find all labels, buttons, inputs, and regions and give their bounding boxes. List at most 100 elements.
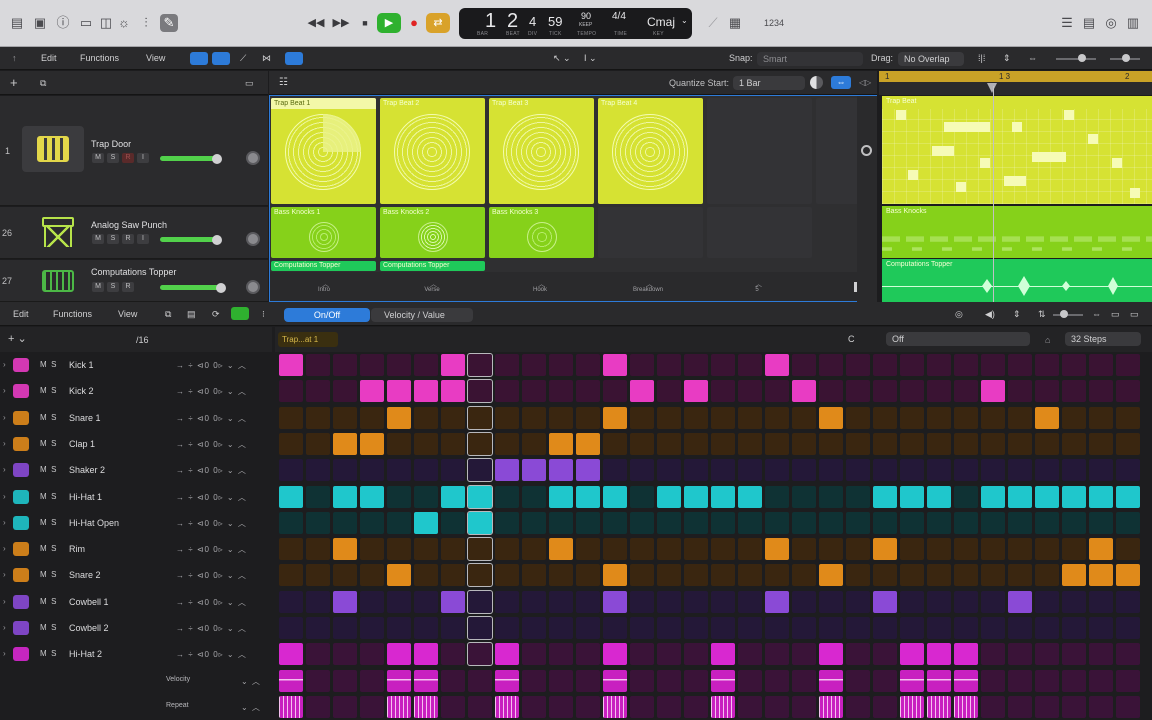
view-menu[interactable]: View xyxy=(118,303,137,325)
row-name[interactable]: Snare 2 xyxy=(69,570,101,580)
step-off[interactable] xyxy=(467,589,493,614)
substep[interactable] xyxy=(279,669,303,692)
row-name[interactable]: Kick 1 xyxy=(69,360,94,370)
step-off[interactable] xyxy=(954,564,978,587)
step-row-header[interactable]: › M S Cowbell 2 → ÷ ⊲0 0▹ ⌄ ︿ xyxy=(0,615,272,641)
step-off[interactable] xyxy=(414,485,438,508)
step-on[interactable] xyxy=(279,354,303,376)
step-off[interactable] xyxy=(819,432,843,455)
step-on[interactable] xyxy=(927,643,951,666)
step-off[interactable] xyxy=(981,643,1005,666)
metronome-icon[interactable]: ▦ xyxy=(726,14,744,32)
substep[interactable] xyxy=(738,669,762,692)
track-name[interactable]: Analog Saw Punch xyxy=(91,220,167,230)
step-off[interactable] xyxy=(1116,406,1140,429)
step-off[interactable] xyxy=(630,485,654,508)
step-off[interactable] xyxy=(873,432,897,455)
substep[interactable] xyxy=(549,695,573,718)
save-pattern-icon[interactable]: ▤ xyxy=(187,303,196,325)
edit-menu[interactable]: Edit xyxy=(41,47,57,69)
substep[interactable] xyxy=(603,669,627,692)
step-on[interactable] xyxy=(981,380,1005,403)
step-on[interactable] xyxy=(333,538,357,561)
step-off[interactable] xyxy=(657,432,681,455)
step-off[interactable] xyxy=(684,617,708,639)
step-off[interactable] xyxy=(467,458,493,483)
brightness-icon[interactable]: ☼ xyxy=(115,14,133,32)
step-on[interactable] xyxy=(765,538,789,561)
step-off[interactable] xyxy=(711,354,735,376)
step-on[interactable] xyxy=(441,380,465,403)
step-off[interactable] xyxy=(927,380,951,403)
step-row-header[interactable]: › M S Snare 2 → ÷ ⊲0 0▹ ⌄ ︿ xyxy=(0,562,272,588)
rewind-button[interactable]: ◀◀ xyxy=(304,13,328,33)
pan-knob[interactable] xyxy=(246,280,260,294)
note-pad-icon[interactable]: ▤ xyxy=(1080,14,1098,32)
cell-bass-knocks-2[interactable]: Bass Knocks 2 xyxy=(380,207,485,258)
step-on[interactable] xyxy=(603,485,627,508)
substep[interactable] xyxy=(792,669,816,692)
mute-solo-buttons[interactable]: M S xyxy=(40,649,56,658)
step-on[interactable] xyxy=(360,380,384,403)
step-on[interactable] xyxy=(711,643,735,666)
step-off[interactable] xyxy=(333,406,357,429)
scene-trigger-icon[interactable]: ︿ xyxy=(430,279,437,289)
step-off[interactable] xyxy=(1089,406,1113,429)
substep[interactable] xyxy=(1116,669,1140,692)
step-off[interactable] xyxy=(927,432,951,455)
step-off[interactable] xyxy=(711,617,735,639)
vertical-zoom-icon[interactable]: ⇕ xyxy=(1003,47,1011,69)
substep[interactable] xyxy=(819,695,843,718)
step-on[interactable] xyxy=(927,485,951,508)
step-row-header[interactable]: › M S Rim → ÷ ⊲0 0▹ ⌄ ︿ xyxy=(0,536,272,562)
substep[interactable] xyxy=(981,669,1005,692)
disclosure-icon[interactable]: › xyxy=(3,597,6,606)
step-row-header[interactable]: › M S Clap 1 → ÷ ⊲0 0▹ ⌄ ︿ xyxy=(0,431,272,457)
step-off[interactable] xyxy=(387,617,411,639)
drag-select[interactable]: No Overlap xyxy=(898,52,964,66)
toolbar-icon[interactable]: ▭ xyxy=(77,14,95,32)
step-off[interactable] xyxy=(441,406,465,429)
step-off[interactable] xyxy=(306,564,330,587)
step-off[interactable] xyxy=(819,617,843,639)
track-header-27[interactable]: 27 Computations Topper M S R xyxy=(0,260,268,302)
pan-knob[interactable] xyxy=(246,151,260,165)
step-off[interactable] xyxy=(900,564,924,587)
cell-trap-beat-4[interactable]: Trap Beat 4 xyxy=(598,98,703,204)
step-off[interactable] xyxy=(684,643,708,666)
step-off[interactable] xyxy=(1089,643,1113,666)
volume-fader[interactable] xyxy=(160,237,220,242)
step-off[interactable] xyxy=(603,511,627,534)
volume-fader[interactable] xyxy=(160,285,220,290)
step-row-header[interactable]: › M S Hi-Hat 1 → ÷ ⊲0 0▹ ⌄ ︿ xyxy=(0,484,272,510)
step-off[interactable] xyxy=(1008,432,1032,455)
cell-trap-beat-3[interactable]: Trap Beat 3 xyxy=(489,98,594,204)
substep[interactable] xyxy=(1062,695,1086,718)
browsers-icon[interactable]: ▥ xyxy=(1124,14,1142,32)
substep[interactable] xyxy=(1035,695,1059,718)
step-off[interactable] xyxy=(279,617,303,639)
cycle-region[interactable] xyxy=(879,71,1152,82)
substep[interactable] xyxy=(630,695,654,718)
step-off[interactable] xyxy=(981,406,1005,429)
substep[interactable] xyxy=(1089,669,1113,692)
step-on[interactable] xyxy=(387,380,411,403)
step-on[interactable] xyxy=(954,643,978,666)
step-off[interactable] xyxy=(981,538,1005,561)
step-on[interactable] xyxy=(603,354,627,376)
step-off[interactable] xyxy=(873,511,897,534)
step-off[interactable] xyxy=(441,643,465,666)
step-off[interactable] xyxy=(414,406,438,429)
step-off[interactable] xyxy=(441,564,465,587)
step-off[interactable] xyxy=(630,617,654,639)
step-off[interactable] xyxy=(549,643,573,666)
step-off[interactable] xyxy=(1116,617,1140,639)
step-off[interactable] xyxy=(306,406,330,429)
step-off[interactable] xyxy=(1008,354,1032,376)
step-off[interactable] xyxy=(1062,459,1086,482)
step-off[interactable] xyxy=(846,564,870,587)
step-off[interactable] xyxy=(495,485,519,508)
step-off[interactable] xyxy=(441,459,465,482)
pattern-name[interactable]: Trap...at 1 xyxy=(278,332,338,347)
step-off[interactable] xyxy=(630,643,654,666)
